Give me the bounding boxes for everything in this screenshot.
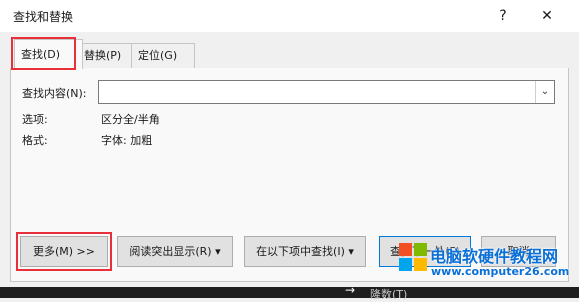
right-arrow-icon: → bbox=[345, 283, 356, 297]
format-value: 字体: 加粗 bbox=[101, 134, 153, 147]
watermark-site-name: 电脑软硬件教程网 bbox=[430, 247, 559, 266]
close-button[interactable]: ✕ bbox=[536, 6, 558, 26]
find-what-combobox[interactable]: ⌄ bbox=[98, 80, 555, 104]
chevron-down-icon[interactable]: ⌄ bbox=[535, 81, 554, 103]
help-button[interactable]: ? bbox=[492, 6, 514, 26]
options-label: 选项: bbox=[22, 113, 48, 126]
tab-highlight-box bbox=[11, 37, 76, 70]
find-what-input[interactable] bbox=[101, 83, 535, 101]
more-button-highlight-box bbox=[16, 232, 112, 271]
dialog-title: 查找和替换 bbox=[13, 10, 74, 24]
options-value: 区分全/半角 bbox=[101, 113, 160, 126]
find-what-label: 查找内容(N): bbox=[22, 87, 87, 100]
watermark-windows-logo-icon bbox=[399, 243, 427, 271]
watermark-site-url: www.computer26.com bbox=[431, 265, 570, 278]
format-label: 格式: bbox=[22, 134, 48, 147]
tab-goto[interactable]: 定位(G) bbox=[131, 43, 195, 68]
reading-highlight-button[interactable]: 阅读突出显示(R) ▾ bbox=[117, 236, 233, 267]
find-in-button[interactable]: 在以下项中查找(I) ▾ bbox=[244, 236, 366, 267]
background-strip-text: 隆数(T) bbox=[370, 288, 408, 301]
background-window-strip bbox=[0, 287, 579, 298]
tab-replace[interactable]: 替换(P) bbox=[77, 43, 139, 68]
